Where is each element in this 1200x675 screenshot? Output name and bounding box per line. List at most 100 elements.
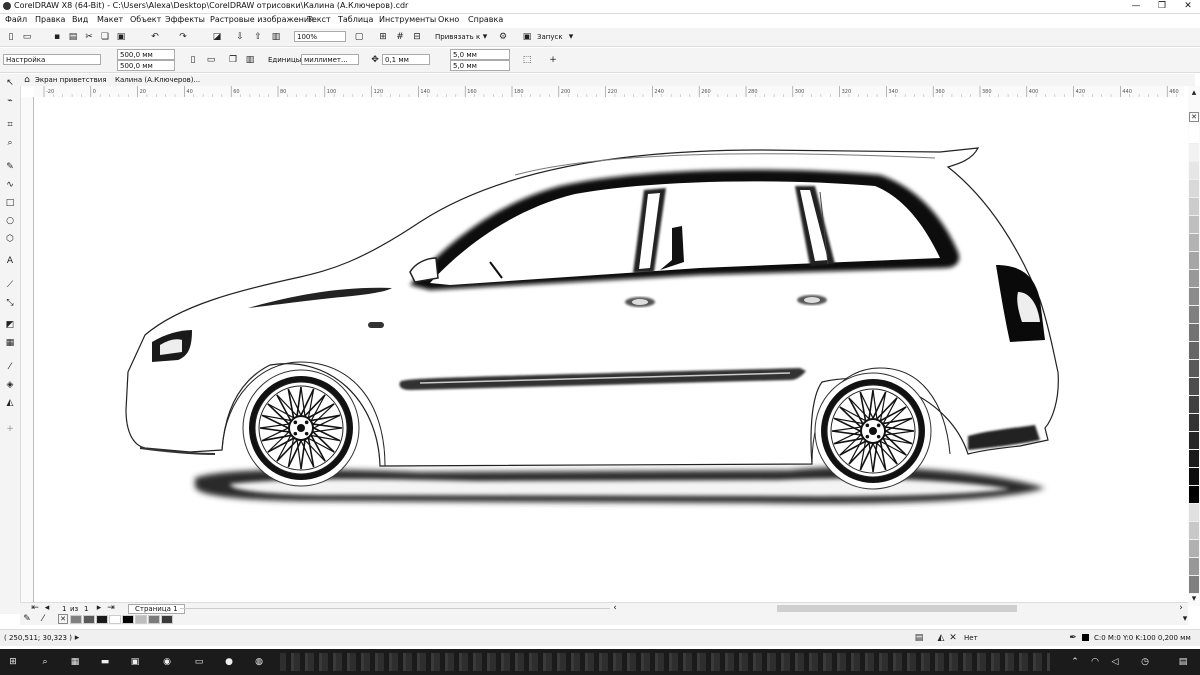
launch-dropdown[interactable]: Запуск: [537, 33, 563, 41]
nudge-distance-field[interactable]: 0,1 мм: [382, 54, 430, 65]
palette-swatch[interactable]: [1189, 126, 1199, 144]
palette-swatch[interactable]: [1189, 522, 1199, 540]
eyedropper-icon[interactable]: ⁄: [5, 362, 15, 372]
palette-swatch[interactable]: [1189, 288, 1199, 306]
connector-tool-icon[interactable]: ⤡: [5, 298, 15, 308]
palette-swatch[interactable]: [1189, 252, 1199, 270]
pdf-icon[interactable]: ▥: [271, 32, 281, 42]
freehand-tool-icon[interactable]: ✎: [5, 162, 15, 172]
show-grid-icon[interactable]: #: [395, 32, 405, 42]
store-icon[interactable]: ▣: [130, 657, 140, 667]
open-icon[interactable]: ▭: [22, 32, 32, 42]
no-color-swatch-icon[interactable]: ✕: [1189, 112, 1199, 122]
no-color-swatch-icon[interactable]: ✕: [58, 614, 68, 624]
ellipse-tool-icon[interactable]: ○: [5, 216, 15, 226]
options-gear-icon[interactable]: ⚙: [498, 32, 508, 42]
document-color-swatch[interactable]: [70, 615, 82, 624]
palette-edit-icon[interactable]: ✎: [22, 614, 32, 624]
menu-help[interactable]: Справка: [468, 15, 503, 24]
palette-swatch[interactable]: [1189, 306, 1199, 324]
save-icon[interactable]: ▪: [52, 32, 62, 42]
menu-effects[interactable]: Эффекты: [165, 15, 205, 24]
tab-page-1[interactable]: Страница 1: [128, 604, 185, 614]
palette-swatch[interactable]: [1189, 396, 1199, 414]
horizontal-scrollbar-thumb[interactable]: [777, 605, 1017, 612]
all-pages-icon[interactable]: ❐: [228, 55, 238, 65]
scroll-right-icon[interactable]: ›: [1176, 603, 1186, 613]
zoom-tool-icon[interactable]: ⌕: [5, 138, 15, 148]
palette-swatch[interactable]: [1189, 360, 1199, 378]
file-explorer-icon[interactable]: ▬: [100, 657, 110, 667]
text-tool-icon[interactable]: A: [5, 256, 15, 266]
import-icon[interactable]: ⇩: [235, 32, 245, 42]
document-color-swatch[interactable]: [109, 615, 121, 624]
maximize-button[interactable]: ❐: [1150, 0, 1174, 12]
document-color-swatch[interactable]: [148, 615, 160, 624]
menu-window[interactable]: Окно: [438, 15, 459, 24]
page-height-field[interactable]: 500,0 мм: [117, 60, 175, 71]
paste-icon[interactable]: ▣: [116, 32, 126, 42]
previous-page-icon[interactable]: ◂: [42, 603, 52, 613]
tab-kalina-document[interactable]: Калина (А.Ключеров)...: [115, 76, 200, 84]
redo-icon[interactable]: ↷: [178, 32, 188, 42]
document-color-swatch[interactable]: [96, 615, 108, 624]
search-content-icon[interactable]: ◪: [212, 32, 222, 42]
chevron-right-icon[interactable]: ▸: [72, 633, 82, 643]
document-info-icon[interactable]: ▤: [914, 633, 924, 643]
coreldraw-taskbar-icon[interactable]: ◍: [254, 657, 264, 667]
palette-scroll-down-icon[interactable]: ▾: [1189, 594, 1199, 604]
browser-icon[interactable]: ◉: [162, 657, 172, 667]
menu-edit[interactable]: Правка: [35, 15, 65, 24]
document-color-swatch[interactable]: [161, 615, 173, 624]
tab-welcome-screen[interactable]: Экран приветствия: [35, 76, 107, 84]
eyedropper-icon[interactable]: ⁄: [38, 614, 48, 624]
show-guidelines-icon[interactable]: ⊟: [412, 32, 422, 42]
treat-as-filled-icon[interactable]: ⬚: [522, 55, 532, 65]
palette-swatch[interactable]: [1189, 504, 1199, 522]
mail-icon[interactable]: ▭: [194, 657, 204, 667]
menu-file[interactable]: Файл: [5, 15, 27, 24]
menu-layout[interactable]: Макет: [97, 15, 123, 24]
palette-swatch[interactable]: [1189, 450, 1199, 468]
start-menu-icon[interactable]: ⊞: [8, 657, 18, 667]
palette-scroll-up-icon[interactable]: ▴: [1189, 88, 1199, 98]
first-page-icon[interactable]: ⇤: [30, 603, 40, 613]
artistic-media-icon[interactable]: ∿: [5, 180, 15, 190]
scroll-down-icon[interactable]: ▾: [1180, 614, 1190, 624]
notifications-icon[interactable]: ▤: [1178, 657, 1188, 667]
palette-swatch[interactable]: [1189, 342, 1199, 360]
document-color-swatch[interactable]: [83, 615, 95, 624]
palette-swatch[interactable]: [1189, 378, 1199, 396]
duplicate-y-field[interactable]: 5,0 мм: [450, 60, 510, 71]
add-icon[interactable]: +: [548, 55, 558, 65]
palette-swatch[interactable]: [1189, 180, 1199, 198]
polygon-tool-icon[interactable]: ⬡: [5, 234, 15, 244]
page-preset-dropdown[interactable]: Настройка: [3, 54, 101, 65]
network-icon[interactable]: ◠: [1090, 657, 1100, 667]
system-tray-icon[interactable]: ⌃: [1070, 657, 1080, 667]
snap-to-dropdown[interactable]: Привязать к: [435, 33, 480, 41]
crop-tool-icon[interactable]: ⌗: [5, 120, 15, 130]
show-rulers-icon[interactable]: ⊞: [378, 32, 388, 42]
export-icon[interactable]: ⇧: [253, 32, 263, 42]
parallel-dimension-icon[interactable]: ⟋: [5, 280, 15, 290]
task-view-icon[interactable]: ▦: [70, 657, 80, 667]
undo-icon[interactable]: ↶: [150, 32, 160, 42]
portrait-icon[interactable]: ▯: [188, 55, 198, 65]
copy-icon[interactable]: ❏: [100, 32, 110, 42]
drawing-canvas[interactable]: [34, 97, 1184, 602]
print-icon[interactable]: ▤: [68, 32, 78, 42]
shape-tool-icon[interactable]: ⌁: [5, 96, 15, 106]
palette-swatch[interactable]: [1189, 198, 1199, 216]
launch-icon[interactable]: ▣: [522, 32, 532, 42]
transparency-icon[interactable]: ▦: [5, 338, 15, 348]
clock-icon[interactable]: ◷: [1140, 657, 1150, 667]
search-icon[interactable]: ⌕: [40, 657, 50, 667]
palette-swatch[interactable]: [1189, 432, 1199, 450]
menu-tools[interactable]: Инструменты: [379, 15, 436, 24]
palette-swatch[interactable]: [1189, 576, 1199, 594]
new-document-icon[interactable]: ▯: [6, 32, 16, 42]
drop-shadow-icon[interactable]: ◩: [5, 320, 15, 330]
media-icon[interactable]: ●: [224, 657, 234, 667]
current-page-icon[interactable]: ▥: [245, 55, 255, 65]
